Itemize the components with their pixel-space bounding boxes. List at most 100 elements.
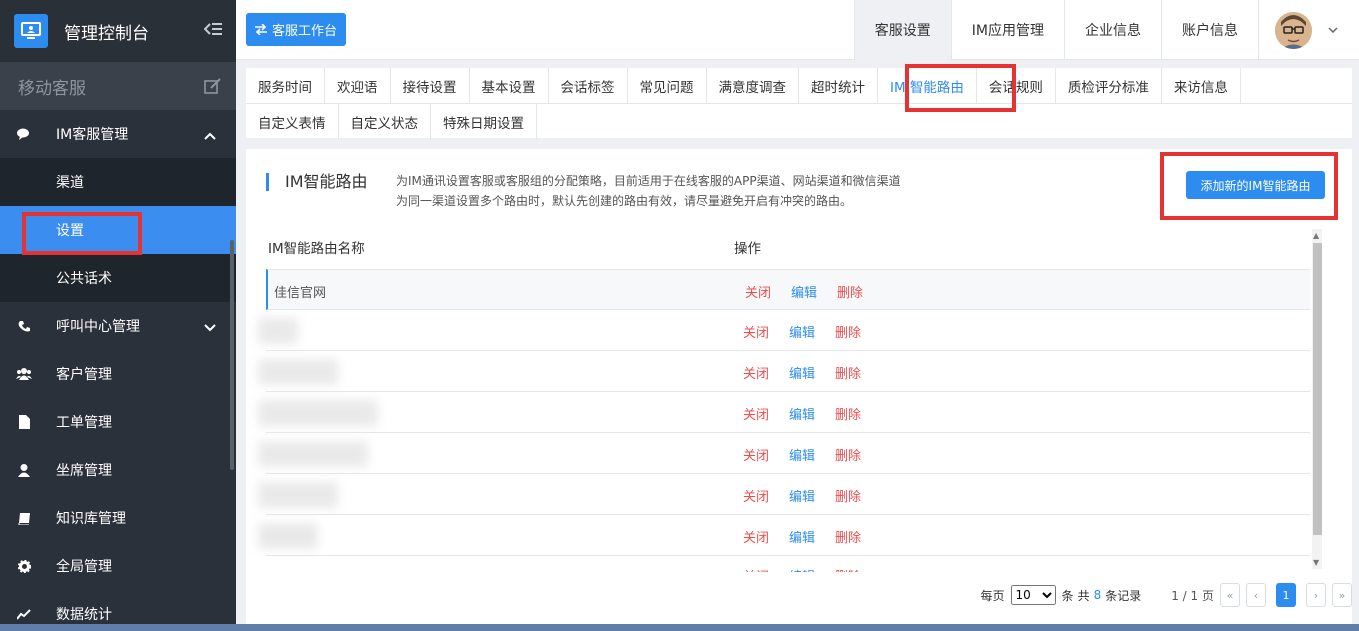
delete-route-link[interactable]: 删除 — [835, 445, 861, 464]
delete-route-link[interactable]: 删除 — [837, 282, 863, 301]
edit-route-link[interactable]: 编辑 — [789, 527, 815, 546]
chat-icon — [16, 126, 32, 142]
redacted-route-name — [258, 523, 318, 549]
sidebar-item-label: 数据统计 — [56, 607, 112, 623]
row-actions: 关闭 编辑 删除 — [743, 363, 861, 382]
edit-route-link[interactable]: 编辑 — [789, 445, 815, 464]
route-name: 佳信官网 — [274, 286, 327, 301]
table-header: IM智能路由名称 操作 — [268, 237, 761, 257]
edit-route-link[interactable]: 编辑 — [789, 486, 815, 505]
sidebar-subitem-settings[interactable]: 设置 — [0, 206, 236, 254]
col-route-name: IM智能路由名称 — [268, 241, 365, 257]
sidebar-subitem-common-phrases[interactable]: 公共话术 — [0, 254, 236, 302]
sidebar-scrollbar[interactable] — [230, 240, 234, 470]
edit-route-link[interactable]: 编辑 — [789, 322, 815, 341]
redacted-route-name — [258, 441, 368, 467]
last-page-icon[interactable]: » — [1332, 583, 1352, 607]
workspace-button-label: 客服工作台 — [271, 24, 337, 39]
sidebar-subitem-label: 设置 — [56, 223, 84, 239]
section-label: 移动客服 — [18, 78, 86, 99]
sidebar-item-im-service[interactable]: IM客服管理 — [0, 110, 236, 158]
top-nav-company-info[interactable]: 企业信息 — [1064, 0, 1161, 60]
next-page-icon[interactable]: › — [1306, 583, 1326, 607]
sidebar-item-global[interactable]: 全局管理 — [0, 542, 236, 590]
page-button-current[interactable]: 1 — [1276, 583, 1296, 607]
table-scrollbar[interactable]: ▲ ▼ — [1312, 229, 1322, 569]
edit-route-link[interactable]: 编辑 — [791, 282, 817, 301]
sidebar-item-knowledge-base[interactable]: 知识库管理 — [0, 494, 236, 542]
tab-row1-4[interactable]: 会话标签 — [549, 68, 628, 104]
sidebar-subitem-channels[interactable]: 渠道 — [0, 158, 236, 206]
close-route-link[interactable]: 关闭 — [743, 566, 769, 572]
scroll-up-icon[interactable]: ▲ — [1313, 231, 1319, 240]
top-nav-account-info[interactable]: 账户信息 — [1161, 0, 1258, 60]
redacted-route-name — [258, 400, 378, 426]
delete-route-link[interactable]: 删除 — [835, 322, 861, 341]
row-actions: 关闭 编辑 删除 — [743, 404, 861, 423]
first-page-icon[interactable]: « — [1220, 583, 1240, 607]
tab-row1-5[interactable]: 常见问题 — [628, 68, 707, 104]
per-page-select[interactable]: 10 — [1010, 585, 1056, 605]
sidebar-item-customers[interactable]: 客户管理 — [0, 350, 236, 398]
scroll-down-icon[interactable]: ▼ — [1313, 558, 1319, 567]
delete-route-link[interactable]: 删除 — [835, 363, 861, 382]
tab-row1-2[interactable]: 接待设置 — [391, 68, 470, 104]
tab-row1-3[interactable]: 基本设置 — [470, 68, 549, 104]
tab-row1-11[interactable]: 来访信息 — [1162, 68, 1241, 104]
edit-route-link[interactable]: 编辑 — [789, 566, 815, 572]
top-nav-service-settings[interactable]: 客服设置 — [853, 0, 951, 60]
tab-row1-10[interactable]: 质检评分标准 — [1056, 68, 1162, 104]
add-im-route-button[interactable]: 添加新的IM智能路由 — [1186, 171, 1325, 199]
close-route-link[interactable]: 关闭 — [743, 486, 769, 505]
sidebar-menu: IM客服管理 渠道 设置 公共话术 呼叫中心管理 客户管理 工单管理 坐席管理 … — [0, 110, 236, 631]
collapse-sidebar-icon[interactable] — [203, 22, 222, 40]
delete-route-link[interactable]: 删除 — [835, 404, 861, 423]
close-route-link[interactable]: 关闭 — [743, 404, 769, 423]
row-actions: 关闭 编辑 删除 — [743, 527, 861, 546]
panel-title: IM智能路由 — [266, 173, 368, 191]
close-route-link[interactable]: 关闭 — [743, 527, 769, 546]
close-route-link[interactable]: 关闭 — [743, 363, 769, 382]
workspace-button[interactable]: 客服工作台 — [246, 13, 346, 46]
tab-row2-2[interactable]: 特殊日期设置 — [431, 104, 537, 140]
sidebar-subitem-label: 渠道 — [56, 175, 84, 191]
delete-route-link[interactable]: 删除 — [835, 527, 861, 546]
user-menu[interactable] — [1258, 0, 1359, 60]
tab-row2-0[interactable]: 自定义表情 — [246, 104, 339, 140]
tab-row1-9[interactable]: 会话规则 — [977, 68, 1056, 104]
top-nav: 客服设置 IM应用管理 企业信息 账户信息 — [853, 0, 1359, 60]
tab-row1-1[interactable]: 欢迎语 — [325, 68, 391, 104]
edit-icon[interactable] — [204, 78, 222, 99]
table-row: 关闭 编辑 删除 — [258, 310, 1310, 351]
close-route-link[interactable]: 关闭 — [745, 282, 771, 301]
col-action: 操作 — [734, 241, 761, 257]
sidebar-item-tickets[interactable]: 工单管理 — [0, 398, 236, 446]
total-count: 8 — [1093, 588, 1102, 602]
scrollbar-thumb[interactable] — [1313, 243, 1322, 535]
sidebar-item-agents[interactable]: 坐席管理 — [0, 446, 236, 494]
tab-row1-6[interactable]: 满意度调查 — [707, 68, 799, 104]
per-page-unit: 条 — [1061, 588, 1074, 603]
tab-row1-8[interactable]: IM 智能路由 — [878, 68, 977, 104]
pagination: 每页 10 条 共 8 条记录 1 / 1 页 « ‹ 1 › » — [981, 583, 1352, 607]
main-content: 服务时间 欢迎语 接待设置 基本设置 会话标签 常见问题 满意度调查 超时统计 IM 智能路由会… — [246, 60, 1352, 631]
edit-route-link[interactable]: 编辑 — [789, 363, 815, 382]
top-nav-im-apps[interactable]: IM应用管理 — [950, 0, 1064, 60]
row-actions: 关闭 编辑 删除 — [743, 445, 861, 464]
chevron-down-icon — [204, 320, 216, 336]
tab-row1-0[interactable]: 服务时间 — [246, 68, 325, 104]
close-route-link[interactable]: 关闭 — [743, 322, 769, 341]
file-icon — [16, 414, 32, 430]
tab-row1-7[interactable]: 超时统计 — [799, 68, 878, 104]
close-route-link[interactable]: 关闭 — [743, 445, 769, 464]
redacted-route-name — [258, 318, 298, 344]
table-row: 关闭 编辑 删除 — [258, 392, 1310, 433]
delete-route-link[interactable]: 删除 — [835, 486, 861, 505]
edit-route-link[interactable]: 编辑 — [789, 404, 815, 423]
tab-row2-1[interactable]: 自定义状态 — [339, 104, 431, 140]
prev-page-icon[interactable]: ‹ — [1246, 583, 1266, 607]
desc-line-1: 为IM通讯设置客服或客服组的分配策略，目前适用于在线客服的APP渠道、网站渠道和… — [396, 174, 901, 188]
delete-route-link[interactable]: 删除 — [835, 566, 861, 572]
sidebar-item-call-center[interactable]: 呼叫中心管理 — [0, 302, 236, 350]
phone-icon — [16, 318, 32, 334]
